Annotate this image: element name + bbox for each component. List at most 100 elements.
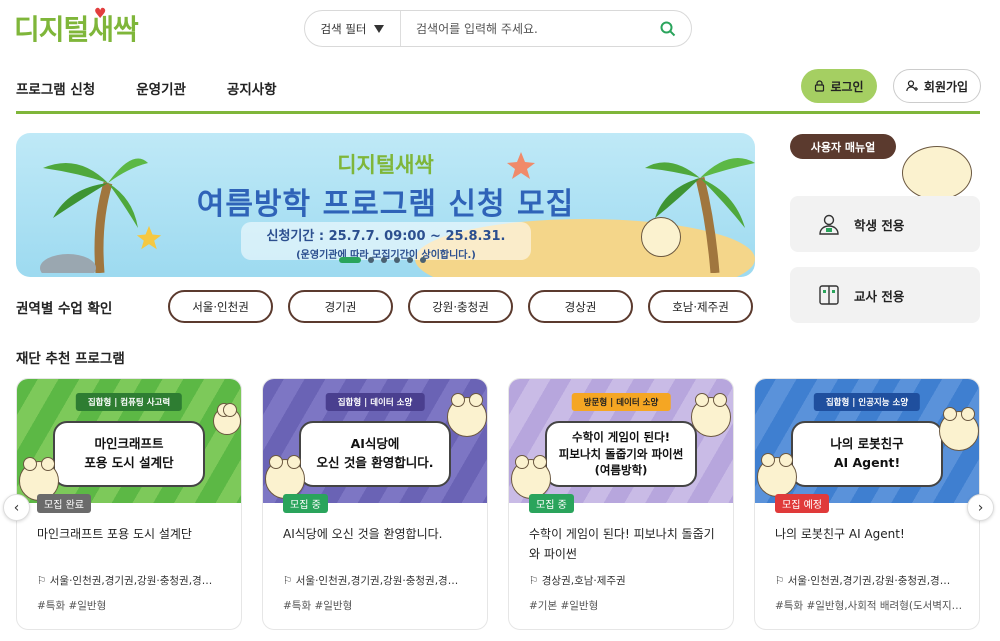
card-thumbnail: 집합형 | 인공지능 소양 나의 로봇친구 AI Agent! 모집 예정 — [755, 379, 979, 513]
card-title: 수학이 게임이 된다! 피보나치 돌줍기와 파이썬 — [529, 527, 715, 561]
status-badge: 모집 중 — [283, 494, 328, 513]
program-card[interactable]: 집합형 | 데이터 소양 AI식당에 오신 것을 환영합니다. 모집 중 AI식… — [262, 378, 488, 630]
region-button-gyeongsang[interactable]: 경상권 — [528, 290, 633, 323]
region-section-label: 권역별 수업 확인 — [16, 301, 113, 317]
bubble-line: AI Agent! — [833, 455, 901, 470]
star-icon — [136, 225, 162, 250]
location-pin-icon: ⚐ — [529, 575, 542, 587]
card-title: AI식당에 오신 것을 환영합니다. — [283, 527, 443, 541]
card-location: ⚐ 서울·인천권,경기권,강원·충청권,경… — [775, 573, 971, 588]
card-tags: #기본 #일반형 — [529, 600, 599, 612]
user-manual-button[interactable]: 사용자 매뉴얼 — [790, 134, 896, 159]
filter-icon — [374, 24, 385, 33]
bubble-line: (여름방학) — [594, 463, 648, 478]
mascot-hamster — [265, 455, 305, 499]
card-speech-bubble: 나의 로봇친구 AI Agent! — [791, 421, 943, 487]
login-label: 로그인 — [830, 79, 864, 94]
student-icon — [819, 214, 839, 235]
nav-institutions[interactable]: 운영기관 — [136, 78, 186, 98]
slide-dot[interactable] — [420, 257, 426, 263]
program-card[interactable]: 집합형 | 컴퓨팅 사고력 마인크래프트 포용 도시 설계단 모집 완료 마인크… — [16, 378, 242, 630]
bubble-line: 포용 도시 설계단 — [84, 455, 174, 470]
card-location-text: 서울·인천권,경기권,강원·충청권,경… — [295, 575, 459, 587]
card-category-tag: 집합형 | 인공지능 소양 — [813, 393, 921, 411]
slide-dot[interactable] — [394, 257, 400, 263]
signup-label: 회원가입 — [923, 79, 969, 94]
banner-logo: 디지털새싹 — [337, 153, 434, 177]
main-banner[interactable]: 디지털새싹 여름방학 프로그램 신청 모집 신청기간 : 25.7.7. 09:… — [16, 133, 755, 277]
card-thumbnail: 방문형 | 데이터 소양 수학이 게임이 된다! 피보나치 돌줍기와 파이썬 (… — [509, 379, 733, 513]
banner-pagination — [339, 257, 426, 263]
banner-title: 여름방학 프로그램 신청 모집 — [196, 187, 575, 222]
card-speech-bubble: 마인크래프트 포용 도시 설계단 — [53, 421, 205, 487]
card-location: ⚐ 서울·인천권,경기권,강원·충청권,경… — [283, 573, 479, 588]
card-location-text: 서울·인천권,경기권,강원·충청권,경… — [787, 575, 951, 587]
search-bar: 검색 필터 — [304, 10, 692, 47]
mascot-hamster — [902, 146, 972, 200]
search-icon — [660, 21, 676, 36]
search-filter-label: 검색 필터 — [320, 21, 367, 36]
chevron-left-icon: ‹ — [13, 499, 20, 516]
region-button-honam-jeju[interactable]: 호남·제주권 — [648, 290, 753, 323]
card-location: ⚐ 서울·인천권,경기권,강원·충청권,경… — [37, 573, 233, 588]
program-card[interactable]: 집합형 | 인공지능 소양 나의 로봇친구 AI Agent! 모집 예정 나의… — [754, 378, 980, 630]
mascot-hamster — [641, 217, 681, 257]
slide-dot[interactable] — [407, 257, 413, 263]
card-speech-bubble: 수학이 게임이 된다! 피보나치 돌줍기와 파이썬 (여름방학) — [545, 421, 697, 487]
location-pin-icon: ⚐ — [37, 575, 50, 587]
region-button-gangwon-chungcheong[interactable]: 강원·충청권 — [408, 290, 513, 323]
program-card[interactable]: 방문형 | 데이터 소양 수학이 게임이 된다! 피보나치 돌줍기와 파이썬 (… — [508, 378, 734, 630]
carousel-prev-button[interactable]: ‹ — [3, 494, 30, 521]
card-title: 나의 로봇친구 AI Agent! — [775, 527, 905, 541]
card-location-text: 서울·인천권,경기권,강원·충청권,경… — [49, 575, 213, 587]
mascot-hamster — [691, 393, 731, 437]
status-badge: 모집 완료 — [37, 494, 91, 513]
card-location-text: 경상권,호남·제주권 — [541, 575, 626, 587]
card-tags: #특화 #일반형 — [37, 600, 107, 612]
chevron-right-icon: › — [977, 499, 984, 516]
card-tags: #특화 #일반형,사회적 배려형(도서벽지… — [775, 600, 963, 612]
mascot-hamster — [447, 393, 487, 437]
nav-notices[interactable]: 공지사항 — [227, 78, 277, 98]
student-only-button[interactable]: 학생 전용 — [790, 196, 980, 252]
teacher-only-label: 교사 전용 — [854, 288, 905, 304]
search-button[interactable] — [645, 21, 691, 37]
search-filter-button[interactable]: 검색 필터 — [305, 11, 401, 46]
bubble-line: 피보나치 돌줍기와 파이썬 — [558, 446, 684, 461]
student-only-label: 학생 전용 — [854, 217, 905, 233]
region-button-gyeonggi[interactable]: 경기권 — [288, 290, 393, 323]
region-button-seoul-incheon[interactable]: 서울·인천권 — [168, 290, 273, 323]
card-tags: #특화 #일반형 — [283, 600, 353, 612]
bubble-line: 수학이 게임이 된다! — [572, 429, 670, 444]
recommended-section-title: 재단 추천 프로그램 — [16, 351, 125, 367]
user-add-icon — [906, 80, 918, 92]
location-pin-icon: ⚐ — [775, 575, 788, 587]
nav-program-apply[interactable]: 프로그램 신청 — [16, 78, 95, 98]
card-title: 마인크래프트 포용 도시 설계단 — [37, 527, 192, 541]
slide-dot[interactable] — [339, 257, 361, 263]
card-location: ⚐ 경상권,호남·제주권 — [529, 573, 725, 588]
mascot-hamster — [511, 455, 551, 499]
bubble-line: 나의 로봇친구 — [830, 436, 904, 452]
bubble-line: 마인크래프트 — [94, 436, 164, 452]
mascot-hamster — [939, 407, 979, 451]
signup-button[interactable]: 회원가입 — [893, 69, 981, 103]
card-thumbnail: 집합형 | 컴퓨팅 사고력 마인크래프트 포용 도시 설계단 모집 완료 — [17, 379, 241, 513]
banner-period: 신청기간 : 25.7.7. 09:00 ~ 25.8.31. — [266, 229, 506, 244]
teacher-icon — [819, 285, 839, 305]
slide-dot[interactable] — [368, 257, 374, 263]
main-nav: 프로그램 신청 운영기관 공지사항 — [16, 78, 277, 98]
slide-dot[interactable] — [381, 257, 387, 263]
site-logo[interactable]: 디지털새싹 ♥ — [14, 6, 139, 48]
mascot-hamster — [213, 403, 241, 435]
banner-period-box: 신청기간 : 25.7.7. 09:00 ~ 25.8.31. (운영기관에 따… — [241, 222, 531, 261]
bubble-line: AI식당에 — [350, 436, 400, 452]
search-input[interactable] — [401, 21, 645, 36]
card-speech-bubble: AI식당에 오신 것을 환영합니다. — [299, 421, 451, 487]
card-category-tag: 집합형 | 데이터 소양 — [325, 393, 425, 411]
card-thumbnail: 집합형 | 데이터 소양 AI식당에 오신 것을 환영합니다. 모집 중 — [263, 379, 487, 513]
login-button[interactable]: 로그인 — [801, 69, 877, 103]
mascot-hamster — [757, 453, 797, 497]
carousel-next-button[interactable]: › — [967, 494, 994, 521]
teacher-only-button[interactable]: 교사 전용 — [790, 267, 980, 323]
